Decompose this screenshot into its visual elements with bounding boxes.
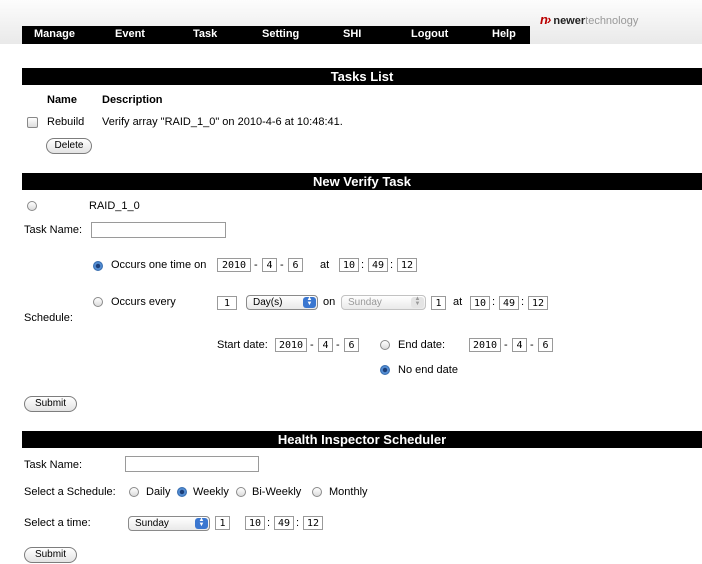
at-label: at [320,259,330,271]
hi-day-select[interactable]: Sunday ▲ ▼ [128,516,210,531]
schedule-daily-label: Daily [146,486,171,498]
on-label: on [323,296,336,308]
on-day-select[interactable]: Sunday ▲ ▼ [341,295,426,310]
once-day-input[interactable]: 6 [288,258,303,272]
hi-count-input[interactable]: 1 [215,516,230,530]
once-year-input[interactable]: 2010 [217,258,251,272]
once-hour-input[interactable]: 10 [339,258,359,272]
once-month-input[interactable]: 4 [262,258,277,272]
hi-task-name-input[interactable] [125,456,259,472]
task-name-label: Task Name: [24,224,83,236]
schedule-biweekly-label: Bi-Weekly [252,486,302,498]
schedule-weekly-label: Weekly [193,486,229,498]
end-year-input[interactable]: 2010 [469,338,501,352]
occurs-every-label: Occurs every [111,296,176,308]
nav-logout[interactable]: Logout [411,28,448,40]
schedule-daily-radio[interactable] [129,487,139,497]
nav-task[interactable]: Task [193,28,217,40]
end-date-radio[interactable] [380,340,390,350]
no-end-date-label: No end date [398,364,458,376]
end-day-input[interactable]: 6 [538,338,553,352]
task-name-input[interactable] [91,222,226,238]
array-label: RAID_1_0 [89,200,140,212]
start-year-input[interactable]: 2010 [275,338,307,352]
delete-button[interactable]: Delete [46,138,92,154]
colon: : [521,296,525,308]
occurs-once-radio[interactable] [93,261,103,271]
colon: : [390,259,394,271]
select-arrows-icon: ▲ ▼ [303,296,316,308]
dash: - [280,259,284,271]
select-arrows-icon: ▲ ▼ [195,517,208,529]
hi-task-name-label: Task Name: [24,459,83,471]
task-row-description: Verify array "RAID_1_0" on 2010-4-6 at 1… [102,116,343,128]
nav-help[interactable]: Help [492,28,516,40]
nav-setting[interactable]: Setting [262,28,299,40]
schedule-weekly-radio[interactable] [177,487,187,497]
dash: - [310,339,314,351]
select-arrows-icon: ▲ ▼ [411,296,424,308]
dash: - [254,259,258,271]
at-label: at [453,296,463,308]
dash: - [504,339,508,351]
end-month-input[interactable]: 4 [512,338,527,352]
hi-submit-button[interactable]: Submit [24,547,77,563]
start-date-label: Start date: [217,339,268,351]
verify-submit-button[interactable]: Submit [24,396,77,412]
task-row-name: Rebuild [47,116,85,128]
hi-hour-input[interactable]: 10 [245,516,265,530]
schedule-biweekly-radio[interactable] [236,487,246,497]
nav-shi[interactable]: SHI [343,28,361,40]
tasks-list-header: Tasks List [22,68,702,85]
occurs-once-label: Occurs one time on [111,259,207,271]
nav-event[interactable]: Event [115,28,145,40]
schedule-monthly-label: Monthly [329,486,368,498]
dash: - [530,339,534,351]
colon: : [492,296,496,308]
once-minute-input[interactable]: 49 [368,258,388,272]
hi-time-label: Select a time: [24,517,91,529]
start-day-input[interactable]: 6 [344,338,359,352]
nav-manage[interactable]: Manage [34,28,75,40]
every-count-input[interactable]: 1 [217,296,237,310]
no-end-date-radio[interactable] [380,365,390,375]
array-radio[interactable] [27,201,37,211]
colon: : [267,517,271,529]
new-verify-task-header: New Verify Task [22,173,702,190]
dash: - [336,339,340,351]
every-minute-input[interactable]: 49 [499,296,519,310]
logo-mark-icon: n› [540,12,551,27]
every-hour-input[interactable]: 10 [470,296,490,310]
hi-second-input[interactable]: 12 [303,516,323,530]
every-second-input[interactable]: 12 [528,296,548,310]
end-date-label: End date: [398,339,446,351]
schedule-label: Schedule: [24,312,73,324]
colon: : [296,517,300,529]
hi-minute-input[interactable]: 49 [274,516,294,530]
occurs-every-radio[interactable] [93,297,103,307]
health-inspector-header: Health Inspector Scheduler [22,431,702,448]
schedule-monthly-radio[interactable] [312,487,322,497]
once-second-input[interactable]: 12 [397,258,417,272]
newer-technology-logo: n› newertechnology [540,12,639,27]
start-month-input[interactable]: 4 [318,338,333,352]
task-row-checkbox[interactable] [27,117,38,128]
col-name-header: Name [47,94,77,106]
colon: : [361,259,365,271]
every-unit-select[interactable]: Day(s) ▲ ▼ [246,295,318,310]
col-description-header: Description [102,94,163,106]
on-count-input[interactable]: 1 [431,296,446,310]
hi-schedule-label: Select a Schedule: [24,486,116,498]
